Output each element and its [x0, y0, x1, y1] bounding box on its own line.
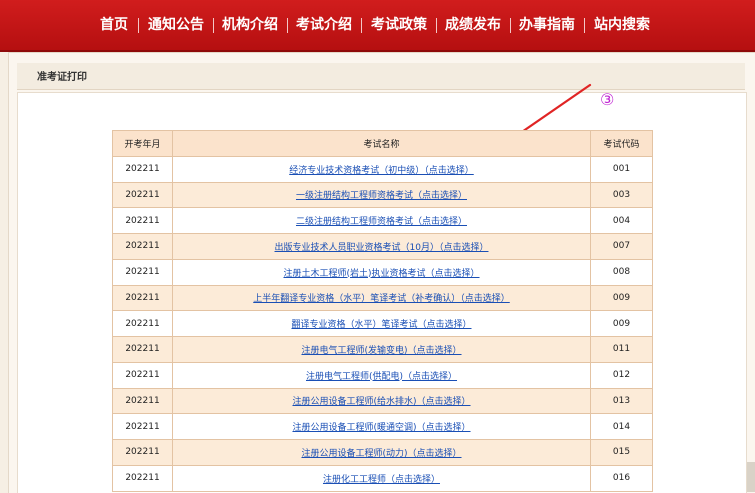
- exam-name-cell: 上半年翻译专业资格（水平）笔译考试（补考确认）（点击选择）: [172, 284, 591, 312]
- exam-code: 007: [590, 233, 653, 260]
- exam-select-link[interactable]: 注册公用设备工程师(暖通空调)（点击选择）: [292, 423, 470, 433]
- exam-name-cell: 一级注册结构工程师资格考试（点击选择）: [172, 181, 591, 209]
- nav-site-search[interactable]: 站内搜索: [594, 14, 650, 36]
- exam-name-cell: 注册公用设备工程师(暖通空调)（点击选择）: [172, 413, 591, 440]
- exam-select-link[interactable]: 注册土木工程师(岩土)执业资格考试（点击选择）: [283, 269, 479, 279]
- table-row: 202211 出版专业技术人员职业资格考试（10月）（点击选择） 007: [112, 233, 653, 260]
- table-row: 202211 注册公用设备工程师(动力)（点击选择） 015: [112, 439, 653, 466]
- exam-period: 202211: [112, 413, 173, 440]
- exam-select-link[interactable]: 注册公用设备工程师(给水排水)（点击选择）: [292, 397, 470, 407]
- exam-name-cell: 出版专业技术人员职业资格考试（10月）（点击选择）: [172, 233, 591, 260]
- exam-code: 013: [590, 387, 653, 415]
- exam-name-cell: 注册土木工程师(岩土)执业资格考试（点击选择）: [172, 258, 591, 286]
- exam-select-link[interactable]: 注册化工工程师（点击选择）: [323, 475, 440, 485]
- exam-select-link[interactable]: 注册公用设备工程师(动力)（点击选择）: [301, 449, 461, 459]
- nav-notices[interactable]: 通知公告: [148, 14, 204, 36]
- table-row: 202211 二级注册结构工程师资格考试（点击选择） 004: [112, 207, 653, 234]
- nav-divider: [287, 18, 288, 33]
- exam-period: 202211: [112, 233, 173, 260]
- table-row: 202211 注册土木工程师(岩土)执业资格考试（点击选择） 008: [112, 258, 653, 286]
- nav-results[interactable]: 成绩发布: [445, 14, 501, 36]
- exam-code: 009: [590, 310, 653, 337]
- exam-code: 014: [590, 413, 653, 440]
- table-row: 202211 翻译专业资格（水平）笔译考试（点击选择） 009: [112, 310, 653, 337]
- nav-divider: [584, 18, 585, 33]
- exam-code: 001: [590, 155, 653, 183]
- scrollbar-thumb[interactable]: [747, 462, 755, 492]
- exam-select-link[interactable]: 注册电气工程师(供配电)（点击选择）: [306, 372, 457, 382]
- exam-period: 202211: [112, 258, 173, 286]
- exam-period: 202211: [112, 387, 173, 415]
- exam-table: 开考年月 考试名称 考试代码 202211 经济专业技术资格考试（初中级）（点击选…: [112, 130, 653, 492]
- exam-code: 016: [590, 464, 653, 492]
- exam-name-cell: 注册化工工程师（点击选择）: [172, 464, 591, 492]
- nav-divider: [361, 18, 362, 33]
- nav-divider: [138, 18, 139, 33]
- exam-name-cell: 二级注册结构工程师资格考试（点击选择）: [172, 207, 591, 234]
- exam-code: 011: [590, 336, 653, 363]
- exam-period: 202211: [112, 284, 173, 312]
- table-row: 202211 注册电气工程师(供配电)（点击选择） 012: [112, 361, 653, 389]
- exam-period: 202211: [112, 336, 173, 363]
- exam-code: 004: [590, 207, 653, 234]
- exam-period: 202211: [112, 181, 173, 209]
- table-row: 202211 一级注册结构工程师资格考试（点击选择） 003: [112, 181, 653, 209]
- nav-guide[interactable]: 办事指南: [519, 14, 575, 36]
- exam-select-link[interactable]: 二级注册结构工程师资格考试（点击选择）: [296, 217, 467, 227]
- column-header-code: 考试代码: [590, 130, 653, 157]
- table-row: 202211 经济专业技术资格考试（初中级）（点击选择） 001: [112, 155, 653, 183]
- exam-code: 003: [590, 181, 653, 209]
- nav-organization[interactable]: 机构介绍: [222, 14, 278, 36]
- main-nav: 首页 通知公告 机构介绍 考试介绍 考试政策 成绩发布 办事指南 站内搜索: [0, 0, 755, 50]
- exam-name-cell: 注册公用设备工程师(给水排水)（点击选择）: [172, 387, 591, 415]
- nav-home[interactable]: 首页: [100, 14, 128, 36]
- table-row: 202211 注册电气工程师(发输变电)（点击选择） 011: [112, 336, 653, 363]
- nav-exam-intro[interactable]: 考试介绍: [296, 14, 352, 36]
- exam-code: 012: [590, 361, 653, 389]
- exam-period: 202211: [112, 464, 173, 492]
- exam-select-link[interactable]: 一级注册结构工程师资格考试（点击选择）: [296, 191, 467, 201]
- exam-code: 008: [590, 258, 653, 286]
- exam-code: 015: [590, 439, 653, 466]
- column-header-period: 开考年月: [112, 130, 173, 157]
- step-marker: ③: [600, 90, 615, 109]
- exam-period: 202211: [112, 207, 173, 234]
- exam-name-cell: 注册公用设备工程师(动力)（点击选择）: [172, 439, 591, 466]
- exam-name-cell: 注册电气工程师(供配电)（点击选择）: [172, 361, 591, 389]
- exam-name-cell: 注册电气工程师(发输变电)（点击选择）: [172, 336, 591, 363]
- exam-select-link[interactable]: 上半年翻译专业资格（水平）笔译考试（补考确认）（点击选择）: [253, 294, 510, 304]
- table-row: 202211 上半年翻译专业资格（水平）笔译考试（补考确认）（点击选择） 009: [112, 284, 653, 312]
- table-row: 202211 注册化工工程师（点击选择） 016: [112, 464, 653, 492]
- table-row: 202211 注册公用设备工程师(暖通空调)（点击选择） 014: [112, 413, 653, 440]
- exam-period: 202211: [112, 439, 173, 466]
- top-navigation-bar: 首页 通知公告 机构介绍 考试介绍 考试政策 成绩发布 办事指南 站内搜索: [0, 0, 755, 52]
- nav-exam-policy[interactable]: 考试政策: [371, 14, 427, 36]
- exam-name-cell: 经济专业技术资格考试（初中级）（点击选择）: [172, 155, 591, 183]
- exam-select-link[interactable]: 出版专业技术人员职业资格考试（10月）（点击选择）: [275, 243, 489, 253]
- nav-divider: [510, 18, 511, 33]
- page-title: 准考证打印: [37, 72, 87, 83]
- exam-select-link[interactable]: 经济专业技术资格考试（初中级）（点击选择）: [289, 166, 474, 176]
- nav-divider: [436, 18, 437, 33]
- exam-code: 009: [590, 284, 653, 312]
- exam-select-link[interactable]: 翻译专业资格（水平）笔译考试（点击选择）: [291, 320, 471, 330]
- panel-header: 准考证打印: [17, 63, 745, 90]
- exam-period: 202211: [112, 361, 173, 389]
- nav-divider: [213, 18, 214, 33]
- exam-select-link[interactable]: 注册电气工程师(发输变电)（点击选择）: [301, 346, 461, 356]
- exam-period: 202211: [112, 310, 173, 337]
- table-row: 202211 注册公用设备工程师(给水排水)（点击选择） 013: [112, 387, 653, 415]
- table-header-row: 开考年月 考试名称 考试代码: [112, 130, 653, 157]
- exam-name-cell: 翻译专业资格（水平）笔译考试（点击选择）: [172, 310, 591, 337]
- column-header-name: 考试名称: [172, 130, 591, 157]
- exam-period: 202211: [112, 155, 173, 183]
